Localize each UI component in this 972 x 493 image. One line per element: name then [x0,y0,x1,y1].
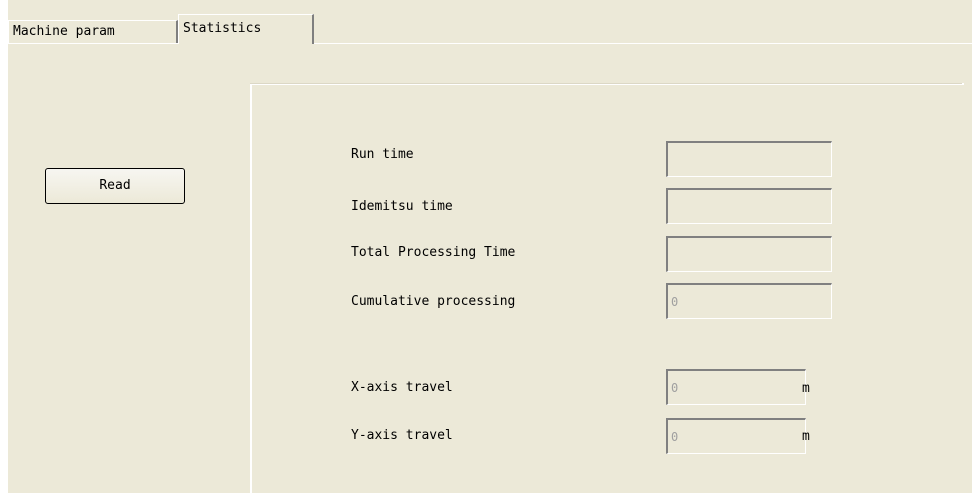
active-tab-gap [179,43,312,45]
read-button[interactable]: Read [45,168,185,204]
y-axis-travel-field[interactable] [666,418,806,454]
run-time-field[interactable] [666,141,832,177]
tab-divider [8,43,972,44]
cumulative-processing-field[interactable] [666,283,832,319]
x-axis-travel-label: X-axis travel [351,380,453,395]
y-axis-travel-label: Y-axis travel [351,428,453,443]
cumulative-processing-label: Cumulative processing [351,294,516,309]
tab-statistics[interactable]: Statistics [178,14,314,44]
idemitsu-time-field[interactable] [666,188,832,224]
x-axis-travel-field[interactable] [666,369,806,405]
tab-strip: Machine param Statistics [8,0,972,45]
total-processing-time-label: Total Processing Time [351,245,516,260]
x-axis-travel-unit: m [802,381,810,396]
idemitsu-time-label: Idemitsu time [351,199,453,214]
total-processing-time-field[interactable] [666,236,832,272]
y-axis-travel-unit: m [802,429,810,444]
run-time-label: Run time [351,147,414,162]
tab-machine-param[interactable]: Machine param [8,20,178,43]
